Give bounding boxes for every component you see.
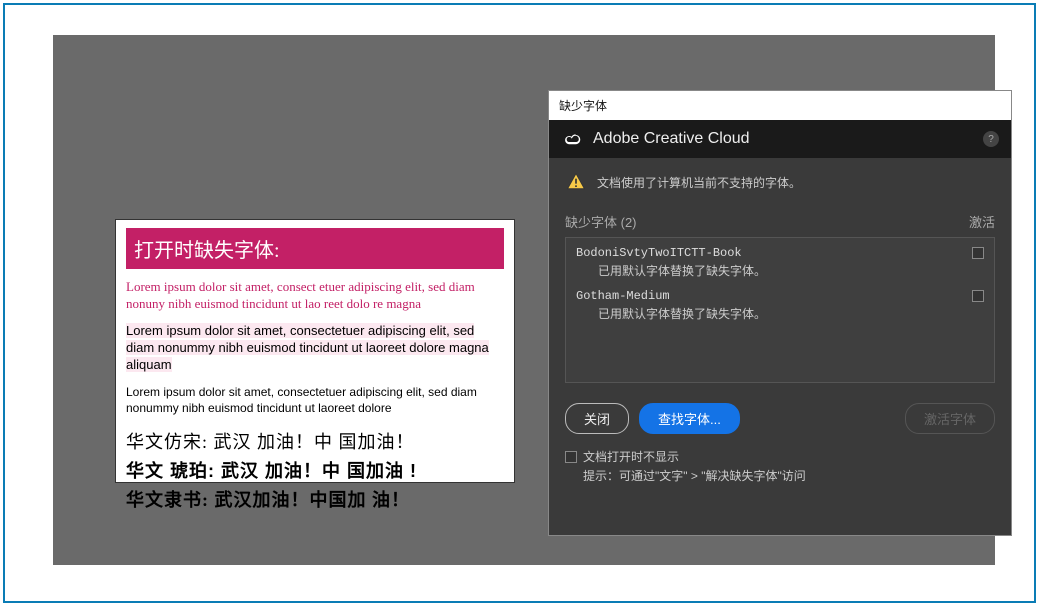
warning-text: 文档使用了计算机当前不支持的字体。	[597, 174, 801, 191]
list-header-label: 缺少字体 (2)	[565, 212, 637, 231]
creative-cloud-icon	[561, 128, 583, 150]
warning-row: 文档使用了计算机当前不支持的字体。	[565, 172, 995, 192]
activate-fonts-button: 激活字体	[905, 403, 995, 434]
document-preview: 打开时缺失字体: Lorem ipsum dolor sit amet, con…	[115, 219, 515, 483]
font-desc: 已用默认字体替换了缺失字体。	[576, 305, 984, 322]
cjk-sample-lishu: 华文隶书: 武汉加油！中国加 油！	[126, 489, 504, 512]
font-name: Gotham-Medium	[576, 289, 670, 303]
find-fonts-button[interactable]: 查找字体...	[639, 403, 740, 434]
missing-fonts-dialog: 缺少字体 Adobe Creative Cloud ? 文档使用了计算机当前不支…	[548, 90, 1012, 536]
lorem-paragraph-3: Lorem ipsum dolor sit amet, consectetuer…	[126, 385, 504, 416]
dialog-footer: 文档打开时不显示 提示：可通过"文字" > "解决缺失字体"访问	[565, 434, 995, 484]
activate-column-label: 激活	[969, 212, 995, 231]
lorem-paragraph-2: Lorem ipsum dolor sit amet, consectetuer…	[126, 323, 504, 374]
lorem-paragraph-1: Lorem ipsum dolor sit amet, consect etue…	[126, 279, 504, 313]
cjk-sample-fangsong: 华文仿宋: 武汉 加油！中 国加油！	[126, 431, 504, 454]
close-button[interactable]: 关闭	[565, 403, 629, 434]
dialog-body: 文档使用了计算机当前不支持的字体。 缺少字体 (2) 激活 BodoniSvty…	[549, 158, 1011, 535]
dialog-titlebar[interactable]: 缺少字体	[549, 91, 1011, 120]
dialog-header: Adobe Creative Cloud ?	[549, 120, 1011, 158]
font-list-header: 缺少字体 (2) 激活	[565, 212, 995, 231]
font-name: BodoniSvtyTwoITCTT-Book	[576, 246, 742, 260]
font-item: BodoniSvtyTwoITCTT-Book 已用默认字体替换了缺失字体。	[576, 246, 984, 279]
dialog-header-title: Adobe Creative Cloud	[593, 130, 973, 148]
footer-hint: 提示：可通过"文字" > "解决缺失字体"访问	[565, 467, 995, 484]
activate-checkbox[interactable]	[972, 290, 984, 302]
font-item: Gotham-Medium 已用默认字体替换了缺失字体。	[576, 289, 984, 322]
outer-frame: 打开时缺失字体: Lorem ipsum dolor sit amet, con…	[3, 3, 1036, 603]
dont-show-checkbox[interactable]	[565, 451, 577, 463]
help-icon[interactable]: ?	[983, 131, 999, 147]
dont-show-label: 文档打开时不显示	[583, 448, 679, 465]
font-desc: 已用默认字体替换了缺失字体。	[576, 262, 984, 279]
document-title: 打开时缺失字体:	[126, 228, 504, 269]
font-list: BodoniSvtyTwoITCTT-Book 已用默认字体替换了缺失字体。 G…	[565, 237, 995, 383]
dialog-actions: 关闭 查找字体... 激活字体	[565, 403, 995, 434]
cjk-sample-hupo: 华文 琥珀: 武汉 加油！中 国加油 !	[126, 460, 504, 483]
warning-icon	[565, 172, 587, 192]
activate-checkbox[interactable]	[972, 247, 984, 259]
app-background: 打开时缺失字体: Lorem ipsum dolor sit amet, con…	[53, 35, 995, 565]
